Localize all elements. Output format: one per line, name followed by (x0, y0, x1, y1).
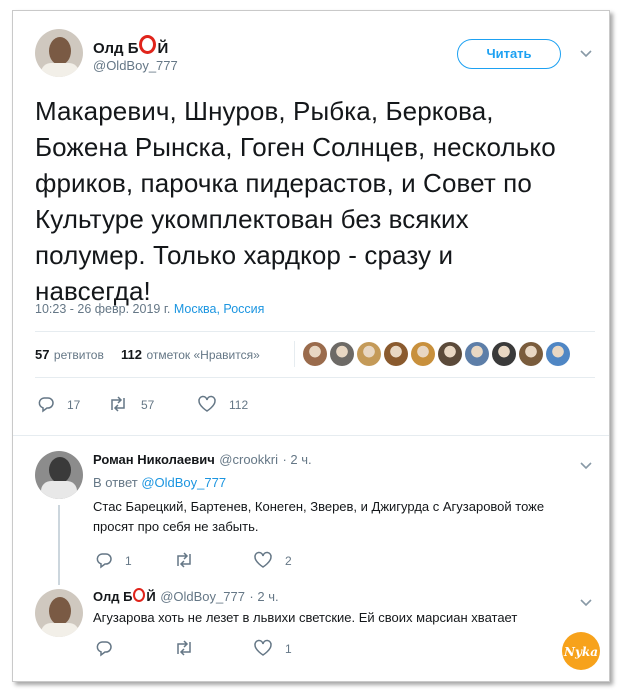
author-name-part: Й (157, 40, 169, 57)
reply-count: 1 (125, 554, 132, 568)
liker-avatar[interactable] (546, 342, 570, 366)
liker-avatar[interactable] (492, 342, 516, 366)
reply-line: Стас Барецкий, Бартенев, Конеген, Зверев… (93, 499, 545, 514)
separator-line (294, 341, 295, 367)
timestamp-text: 10:23 - 26 февр. 2019 г. (35, 302, 171, 316)
reply-author-handle[interactable]: @crookkri (219, 452, 278, 467)
retweet-icon (177, 640, 191, 656)
reply-author-name[interactable]: Роман Николаевич (93, 452, 215, 467)
reply-to-handle[interactable]: @OldBoy_777 (141, 475, 226, 490)
retweet-action[interactable]: 57 (107, 395, 154, 413)
watermark-logo: Nyka (561, 631, 601, 671)
liker-avatar[interactable] (519, 342, 543, 366)
retweet-count: 57 (35, 347, 50, 362)
retweet-icon (111, 396, 125, 412)
tweet-line: Божена Рынска, Гоген Солнцев, несколько (35, 132, 556, 162)
brand-o-icon (139, 35, 157, 54)
like-count: 2 (285, 554, 292, 568)
likes-stat[interactable]: 112 отметок «Нравится» (121, 346, 260, 364)
reply-icon (96, 553, 112, 569)
reply-to: В ответ @OldBoy_777 (93, 473, 226, 493)
watermark-text: Nyka (563, 645, 598, 659)
divider (35, 377, 595, 378)
like-count: 112 (229, 398, 249, 412)
tweet-text: Макаревич, Шнуров, Рыбка, Беркова, Божен… (35, 93, 595, 309)
location-link[interactable]: Москва, Россия (174, 302, 265, 316)
reply-line: Агузарова хоть не лезет в львихи светски… (93, 610, 518, 625)
like-action[interactable]: 2 (253, 551, 292, 569)
heart-icon (254, 551, 272, 568)
like-action[interactable]: 112 (197, 395, 248, 413)
reply-action[interactable]: 1 (95, 551, 132, 569)
retweet-stat[interactable]: 57 ретвитов (35, 346, 104, 364)
brand-o-icon (133, 588, 146, 602)
liker-avatar[interactable] (357, 342, 381, 366)
author-name[interactable]: Олд Б Й (93, 35, 168, 57)
follow-button[interactable]: Читать (457, 39, 561, 69)
tweet-line: Макаревич, Шнуров, Рыбка, Беркова, (35, 96, 494, 126)
retweet-action[interactable] (173, 639, 207, 657)
reply-text: Агузарова хоть не лезет в львихи светски… (93, 608, 573, 628)
liker-avatar[interactable] (411, 342, 435, 366)
author-name-part: Олд Б (93, 40, 139, 57)
liker-avatar[interactable] (384, 342, 408, 366)
divider (35, 331, 595, 332)
reply-header: Олд Б Й @OldBoy_777 · 2 ч. (93, 588, 279, 606)
like-action[interactable]: 1 (253, 639, 292, 657)
chevron-down-icon[interactable] (580, 594, 592, 610)
chevron-down-icon[interactable] (580, 45, 592, 61)
liker-avatar[interactable] (438, 342, 462, 366)
reply-time[interactable]: · 2 ч. (249, 589, 278, 604)
retweet-label: ретвитов (53, 348, 104, 362)
heart-icon (254, 639, 272, 656)
reply-action[interactable]: 17 (37, 395, 80, 413)
reply-to-label: В ответ (93, 475, 138, 490)
reply-count: 17 (67, 398, 81, 412)
chevron-down-icon[interactable] (580, 457, 592, 473)
liker-avatar[interactable] (465, 342, 489, 366)
thread-line (58, 505, 60, 585)
reply-header: Роман Николаевич @crookkri · 2 ч. (93, 451, 312, 469)
reply-author-handle[interactable]: @OldBoy_777 (160, 589, 245, 604)
reply-author-name[interactable]: Олд Б Й (93, 588, 156, 604)
tweet-timestamp[interactable]: 10:23 - 26 февр. 2019 г. Москва, Россия (35, 302, 264, 316)
reply-icon (38, 397, 54, 413)
section-divider (13, 435, 609, 436)
reply-line: просят про себя не забыть. (93, 519, 259, 534)
liker-avatar[interactable] (303, 342, 327, 366)
reply-avatar[interactable] (35, 589, 83, 637)
author-name-part: Й (146, 589, 156, 604)
tweet-card: Олд Б Й @OldBoy_777 Читать Макаревич, Шну… (12, 10, 610, 682)
tweet-line: Культуре укомплектован без всяких (35, 204, 469, 234)
author-avatar[interactable] (35, 29, 83, 77)
tweet-line: фриков, парочка пидерастов, и Совет по (35, 168, 532, 198)
likes-label: отметок «Нравится» (146, 348, 260, 362)
tweet-line: полумер. Только хардкор - сразу и (35, 240, 454, 270)
retweet-action[interactable] (173, 551, 207, 569)
reply-avatar[interactable] (35, 451, 83, 499)
liker-avatar[interactable] (330, 342, 354, 366)
reply-action[interactable] (95, 639, 125, 657)
liker-avatars (303, 342, 573, 366)
likes-count: 112 (121, 347, 142, 362)
retweet-count: 57 (141, 398, 155, 412)
heart-icon (198, 395, 216, 412)
author-name-part: Олд Б (93, 589, 133, 604)
reply-time[interactable]: · 2 ч. (282, 452, 311, 467)
reply-text: Стас Барецкий, Бартенев, Конеген, Зверев… (93, 497, 593, 537)
author-handle[interactable]: @OldBoy_777 (93, 58, 178, 73)
reply-icon (96, 641, 112, 657)
retweet-icon (177, 552, 191, 568)
like-count: 1 (285, 642, 292, 656)
